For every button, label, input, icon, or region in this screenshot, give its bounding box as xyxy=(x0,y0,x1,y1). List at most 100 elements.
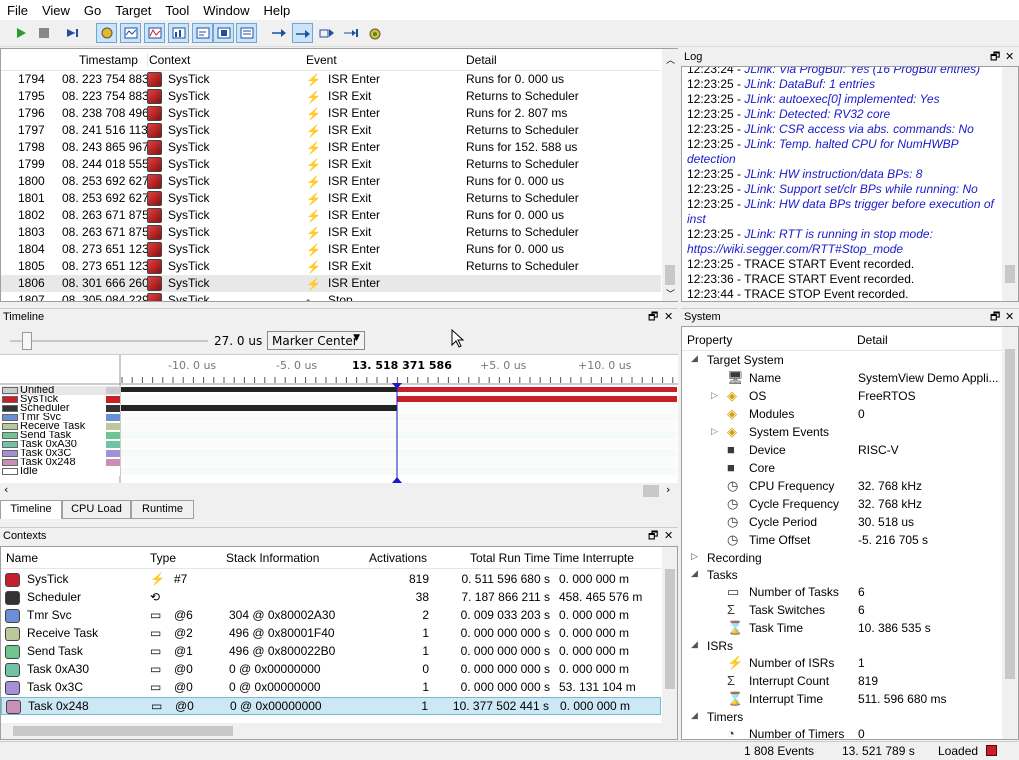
col-run-time[interactable]: Total Run Time xyxy=(470,551,550,565)
system-item[interactable]: ◈Modules0 xyxy=(682,407,1002,425)
system-item[interactable]: ■DeviceRISC-V xyxy=(682,443,1002,461)
table-row[interactable]: Tmr Svc▭@6304 @ 0x80002A3020. 009 033 20… xyxy=(1,607,661,625)
contexts-hscroll[interactable] xyxy=(1,723,662,739)
tab-cpu-load[interactable]: CPU Load xyxy=(62,500,131,519)
table-row[interactable]: SysTick⚡#78190. 511 596 680 s0. 000 000 … xyxy=(1,571,661,589)
system-item[interactable]: ΣTask Switches6 xyxy=(682,603,1002,621)
cpu-load-view-icon[interactable] xyxy=(168,23,189,43)
table-row[interactable]: 180208. 263 671 875SysTick⚡ISR EnterRuns… xyxy=(1,207,661,224)
system-view-icon[interactable] xyxy=(236,23,257,43)
table-row[interactable]: Receive Task▭@2496 @ 0x80001F4010. 000 0… xyxy=(1,625,661,643)
table-row[interactable]: 179608. 238 708 496SysTick⚡ISR EnterRuns… xyxy=(1,105,661,122)
timeline-scroll-thumb[interactable] xyxy=(643,485,659,497)
table-row[interactable]: 180308. 263 671 875SysTick⚡ISR ExitRetur… xyxy=(1,224,661,241)
system-item[interactable]: ◷CPU Frequency32. 768 kHz xyxy=(682,479,1002,497)
bug-icon[interactable] xyxy=(364,23,385,43)
log-scroll-thumb[interactable] xyxy=(1005,265,1015,283)
goto-event-icon[interactable] xyxy=(316,23,337,43)
col-name[interactable]: Name xyxy=(6,551,38,565)
col-activations[interactable]: Activations xyxy=(369,551,427,565)
tree-collapsed-icon[interactable]: ▷ xyxy=(711,426,718,437)
runtime-view-icon[interactable] xyxy=(213,23,234,43)
system-item[interactable]: ▷◈OSFreeRTOS xyxy=(682,389,1002,407)
col-detail[interactable]: Detail xyxy=(466,53,497,67)
table-row[interactable]: Send Task▭@1496 @ 0x800022B010. 000 000 … xyxy=(1,643,661,661)
track-label[interactable]: Idle xyxy=(2,467,120,476)
close-icon[interactable]: ✕ xyxy=(1005,309,1014,326)
system-item[interactable]: ◢Target System xyxy=(682,353,1002,371)
system-item[interactable]: ⌛Interrupt Time511. 596 680 ms xyxy=(682,692,1002,710)
system-scroll-thumb[interactable] xyxy=(1005,349,1015,679)
tree-expanded-icon[interactable]: ◢ xyxy=(691,639,698,650)
table-row[interactable]: 180008. 253 692 627SysTick⚡ISR EnterRuns… xyxy=(1,173,661,190)
menu-item-target[interactable]: Target xyxy=(108,3,158,18)
col-interrupted[interactable]: Time Interrupte xyxy=(553,551,634,565)
contexts-vscroll[interactable] xyxy=(662,547,678,739)
events-scroll-thumb[interactable] xyxy=(665,265,675,285)
menu-item-go[interactable]: Go xyxy=(77,3,108,18)
terminal-view-icon[interactable] xyxy=(192,23,213,43)
table-row[interactable]: 179808. 243 865 967SysTick⚡ISR EnterRuns… xyxy=(1,139,661,156)
table-row[interactable]: 179408. 223 754 883SysTick⚡ISR EnterRuns… xyxy=(1,71,661,88)
table-row[interactable]: Task 0x3C▭@00 @ 0x0000000010. 000 000 00… xyxy=(1,679,661,697)
system-item[interactable]: ◔Number of Timers0 xyxy=(682,727,1002,740)
track-label[interactable]: Receive Task xyxy=(2,422,120,431)
table-row[interactable]: 180408. 273 651 123SysTick⚡ISR EnterRuns… xyxy=(1,241,661,258)
marker-mode-select[interactable]: Marker Center▼ xyxy=(267,331,365,350)
track-label[interactable]: Task 0x248 xyxy=(2,458,120,467)
col-timestamp[interactable]: Timestamp xyxy=(79,53,138,67)
goto-context-icon[interactable] xyxy=(292,23,313,43)
table-row[interactable]: Scheduler⟲387. 187 866 211 s458. 465 576… xyxy=(1,589,661,607)
col-context[interactable]: Context xyxy=(147,53,190,67)
table-row[interactable]: 179908. 244 018 555SysTick⚡ISR ExitRetur… xyxy=(1,156,661,173)
track-label[interactable]: Task 0x3C xyxy=(2,449,120,458)
stop-icon[interactable] xyxy=(33,23,54,43)
table-row[interactable]: 179508. 223 754 883SysTick⚡ISR ExitRetur… xyxy=(1,88,661,105)
events-vscroll[interactable]: ︿ ﹀ xyxy=(662,49,678,301)
log-vscroll[interactable] xyxy=(1002,67,1018,301)
table-row[interactable]: 180708. 305 084 229SysTick•Stop xyxy=(1,292,661,301)
system-item[interactable]: ◷Time Offset-5. 216 705 s xyxy=(682,533,1002,551)
events-view-icon[interactable] xyxy=(96,23,117,43)
col-detail[interactable]: Detail xyxy=(857,333,888,347)
restore-icon[interactable]: 🗗 xyxy=(990,49,1000,66)
col-stack[interactable]: Stack Information xyxy=(226,551,319,565)
system-item[interactable]: ΣInterrupt Count819 xyxy=(682,674,1002,692)
timeline-canvas[interactable]: UnifiedSysTickSchedulerTmr SvcReceive Ta… xyxy=(0,354,678,484)
col-event[interactable]: Event xyxy=(306,53,337,67)
menu-item-view[interactable]: View xyxy=(35,3,77,18)
track-label[interactable]: Send Task xyxy=(2,431,120,440)
table-row[interactable]: Task 0x248▭@00 @ 0x00000000110. 377 502 … xyxy=(1,697,661,715)
track-label[interactable]: Tmr Svc xyxy=(2,413,120,422)
system-item[interactable]: ◷Cycle Frequency32. 768 kHz xyxy=(682,497,1002,515)
zoom-slider-thumb[interactable] xyxy=(22,332,32,350)
contexts-scroll-thumb[interactable] xyxy=(665,569,675,689)
system-item[interactable]: ◷Cycle Period30. 518 us xyxy=(682,515,1002,533)
system-item[interactable]: 🖥NameSystemView Demo Appli... xyxy=(682,371,1002,389)
system-item[interactable]: ⚡Number of ISRs1 xyxy=(682,656,1002,674)
tab-runtime[interactable]: Runtime xyxy=(131,500,194,519)
col-type[interactable]: Type xyxy=(150,551,176,565)
menu-item-help[interactable]: Help xyxy=(257,3,298,18)
system-item[interactable]: ■Core xyxy=(682,461,1002,479)
track-label[interactable]: SysTick xyxy=(2,395,120,404)
close-icon[interactable]: ✕ xyxy=(1005,49,1014,66)
table-row[interactable]: 180608. 301 666 260SysTick⚡ISR Enter xyxy=(1,275,661,292)
track-label[interactable]: Scheduler xyxy=(2,404,120,413)
restore-icon[interactable]: 🗗 xyxy=(648,528,658,545)
go-end-icon[interactable] xyxy=(63,23,84,43)
tree-collapsed-icon[interactable]: ▷ xyxy=(711,390,718,401)
table-row[interactable]: 179708. 241 516 113SysTick⚡ISR ExitRetur… xyxy=(1,122,661,139)
menu-item-file[interactable]: File xyxy=(0,3,35,18)
goto-marker-icon[interactable] xyxy=(340,23,361,43)
table-row[interactable]: 180108. 253 692 627SysTick⚡ISR ExitRetur… xyxy=(1,190,661,207)
table-row[interactable]: 180508. 273 651 123SysTick⚡ISR ExitRetur… xyxy=(1,258,661,275)
goto-next-icon[interactable] xyxy=(268,23,289,43)
system-item[interactable]: ⌛Task Time10. 386 535 s xyxy=(682,621,1002,639)
system-item[interactable]: ▷Recording xyxy=(682,551,1002,569)
menu-item-tool[interactable]: Tool xyxy=(158,3,196,18)
track-label[interactable]: Unified xyxy=(2,386,120,395)
restore-icon[interactable]: 🗗 xyxy=(648,309,658,326)
close-icon[interactable]: ✕ xyxy=(664,309,673,326)
system-vscroll[interactable] xyxy=(1002,327,1018,739)
